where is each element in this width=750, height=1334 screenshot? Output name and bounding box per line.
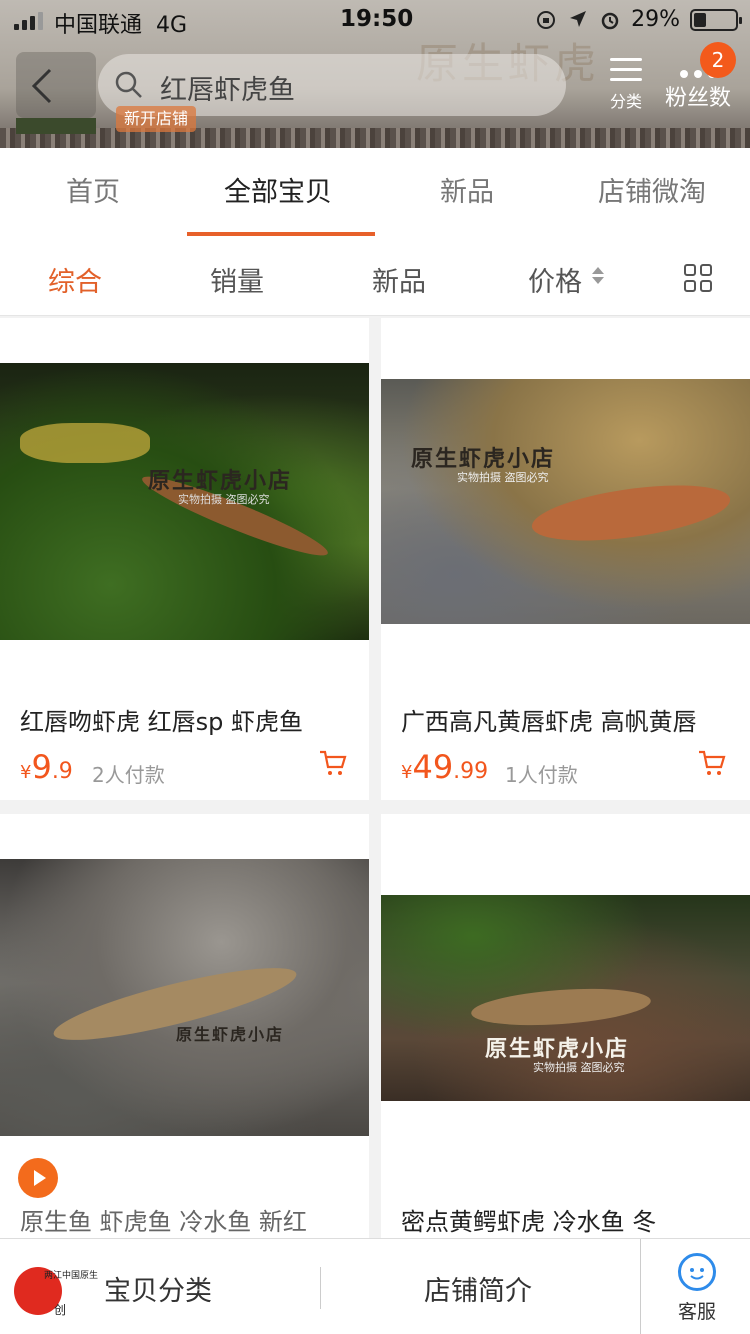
bottom-bar: 两江中国原生 创 宝贝分类 店铺简介 客服 (0, 1238, 750, 1334)
product-card[interactable]: 原生虾虎小店 实物拍摄 盗图必究 红唇吻虾虎 红唇sp 虾虎鱼 ¥9.9 2人付… (0, 318, 369, 800)
chevron-left-icon (31, 68, 52, 104)
product-title[interactable]: 原生鱼 虾虎鱼 冷水鱼 新红 (20, 1202, 360, 1237)
video-play-button[interactable] (18, 1158, 58, 1198)
divider (640, 1239, 641, 1334)
list-icon (610, 58, 642, 81)
battery-percent: 29% (631, 7, 680, 32)
sort-bar: 综合 销量 新品 价格 (0, 240, 750, 316)
paid-count: 1人付款 (505, 763, 578, 787)
product-card[interactable]: 原生虾虎小店 实物拍摄 盗图必究 广西高凡黄唇虾虎 高帆黄唇 ¥49.99 1人… (381, 318, 750, 800)
product-card[interactable]: 原生虾虎小店 实物拍摄 盗图必究 密点黄鳄虾虎 冷水鱼 冬 (381, 814, 750, 1238)
search-query: 红唇虾虎鱼 (160, 75, 295, 106)
watermark-sub: 实物拍摄 盗图必究 (533, 1061, 625, 1074)
tab-home[interactable]: 首页 (66, 170, 120, 209)
sort-sales[interactable]: 销量 (210, 260, 264, 299)
fans-label: 粉丝数 (664, 86, 731, 111)
category-label: 分类 (609, 92, 642, 111)
sort-arrows-icon (592, 267, 604, 287)
divider (320, 1267, 321, 1309)
location-icon (567, 9, 589, 31)
fish-shape (528, 475, 734, 551)
sort-price[interactable]: 价格 (528, 260, 582, 299)
watermark: 原生虾虎小店 (176, 1025, 285, 1044)
fish-shape (470, 983, 652, 1031)
cart-icon[interactable] (697, 748, 727, 778)
categories-button[interactable]: 宝贝分类 (104, 1269, 212, 1308)
clock: 19:50 (340, 6, 414, 32)
customer-service-button[interactable]: 客服 (672, 1253, 722, 1324)
tab-new[interactable]: 新品 (440, 170, 494, 209)
tab-underline (187, 232, 375, 236)
product-card[interactable]: 原生虾虎小店 原生鱼 虾虎鱼 冷水鱼 新红 (0, 814, 369, 1238)
product-image[interactable]: 原生虾虎小店 实物拍摄 盗图必究 (0, 363, 369, 640)
tab-weitao[interactable]: 店铺微淘 (598, 170, 706, 209)
notification-badge: 2 (700, 42, 736, 78)
cart-icon[interactable] (318, 748, 348, 778)
signal-icon (14, 12, 43, 30)
sort-comprehensive[interactable]: 综合 (48, 260, 102, 299)
carrier-label: 中国联通 4G (54, 13, 188, 38)
shop-intro-button[interactable]: 店铺简介 (424, 1269, 532, 1308)
logo-text: 两江中国原生 (44, 1271, 99, 1281)
fans-button[interactable]: 粉丝数 (658, 70, 738, 112)
battery-icon (690, 8, 742, 31)
shop-tabs: 首页 全部宝贝 新品 店铺微淘 (0, 148, 750, 240)
sort-new[interactable]: 新品 (372, 260, 426, 299)
category-button[interactable]: 分类 (598, 58, 654, 112)
paid-count: 2人付款 (92, 763, 165, 787)
product-price: ¥49.99 (401, 748, 489, 786)
tab-all-items[interactable]: 全部宝贝 (224, 170, 332, 209)
back-button[interactable] (16, 52, 96, 118)
status-bar: 中国联通 4G 19:50 29% (0, 0, 750, 40)
product-image[interactable]: 原生虾虎小店 实物拍摄 盗图必究 (381, 895, 750, 1101)
watermark-sub: 实物拍摄 盗图必究 (457, 471, 549, 484)
product-title[interactable]: 红唇吻虾虎 红唇sp 虾虎鱼 (20, 702, 360, 737)
new-shop-tag: 新开店铺 (116, 106, 197, 132)
product-price: ¥9.9 (20, 748, 73, 786)
rotation-lock-icon (535, 9, 557, 31)
banner-gravel (0, 128, 750, 148)
alarm-icon (599, 9, 621, 31)
grid-view-icon[interactable] (684, 264, 714, 294)
product-title[interactable]: 广西高凡黄唇虾虎 高帆黄唇 (401, 702, 741, 737)
shop-logo: 两江中国原生 创 (14, 1263, 98, 1323)
product-title[interactable]: 密点黄鳄虾虎 冷水鱼 冬 (401, 1202, 741, 1237)
product-image[interactable]: 原生虾虎小店 实物拍摄 盗图必究 (381, 379, 750, 624)
product-image[interactable]: 原生虾虎小店 (0, 859, 369, 1136)
service-label: 客服 (677, 1301, 716, 1323)
logo-sub: 创 (54, 1303, 67, 1317)
search-icon (115, 71, 142, 98)
shop-avatar[interactable] (16, 118, 96, 134)
watermark-sub: 实物拍摄 盗图必究 (178, 493, 270, 506)
chat-face-icon (678, 1253, 716, 1291)
